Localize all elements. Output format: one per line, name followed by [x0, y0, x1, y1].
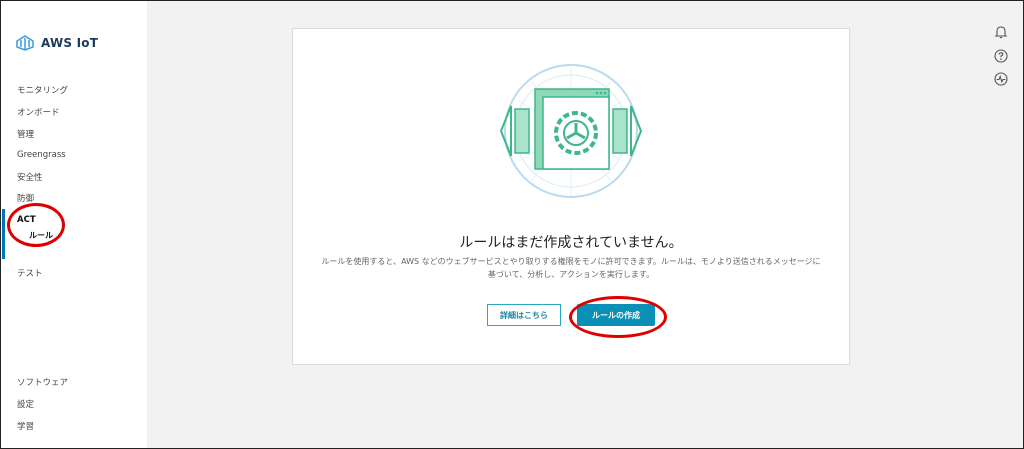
aws-iot-icon: [16, 35, 34, 51]
help-icon[interactable]: [994, 49, 1008, 63]
sidebar-item-learn[interactable]: 学習: [17, 420, 34, 432]
sidebar-item-settings[interactable]: 設定: [17, 398, 34, 410]
sidebar-item-manage[interactable]: 管理: [17, 128, 34, 140]
sidebar-item-test[interactable]: テスト: [17, 267, 43, 279]
learn-more-button[interactable]: 詳細はこちら: [487, 304, 561, 326]
sidebar-item-onboard[interactable]: オンボード: [17, 106, 60, 118]
empty-state-description: ルールを使用すると、AWS などのウェブサービスとやり取りする権限をモノに許可で…: [321, 257, 821, 279]
annotation-circle-create: [569, 296, 667, 338]
main-content: ルールはまだ作成されていません。 ルールを使用すると、AWS などのウェブサービ…: [147, 1, 1023, 448]
rules-illustration: [499, 64, 643, 198]
active-indicator: [2, 209, 5, 259]
aws-iot-logo[interactable]: AWS IoT: [15, 35, 98, 51]
bell-icon[interactable]: [994, 25, 1008, 39]
sidebar-item-greengrass[interactable]: Greengrass: [17, 150, 66, 160]
sidebar: AWS IoT モニタリング オンボード 管理 Greengrass 安全性 防…: [1, 1, 147, 448]
annotation-circle-act: [7, 203, 65, 247]
empty-state-card: ルールはまだ作成されていません。 ルールを使用すると、AWS などのウェブサービ…: [292, 28, 850, 365]
sidebar-item-monitoring[interactable]: モニタリング: [17, 84, 68, 96]
empty-state-title: ルールはまだ作成されていません。: [459, 235, 683, 251]
app-title: AWS IoT: [41, 36, 99, 50]
activity-icon[interactable]: [994, 72, 1008, 86]
sidebar-item-software[interactable]: ソフトウェア: [17, 376, 68, 388]
sidebar-item-secure[interactable]: 安全性: [17, 171, 43, 183]
